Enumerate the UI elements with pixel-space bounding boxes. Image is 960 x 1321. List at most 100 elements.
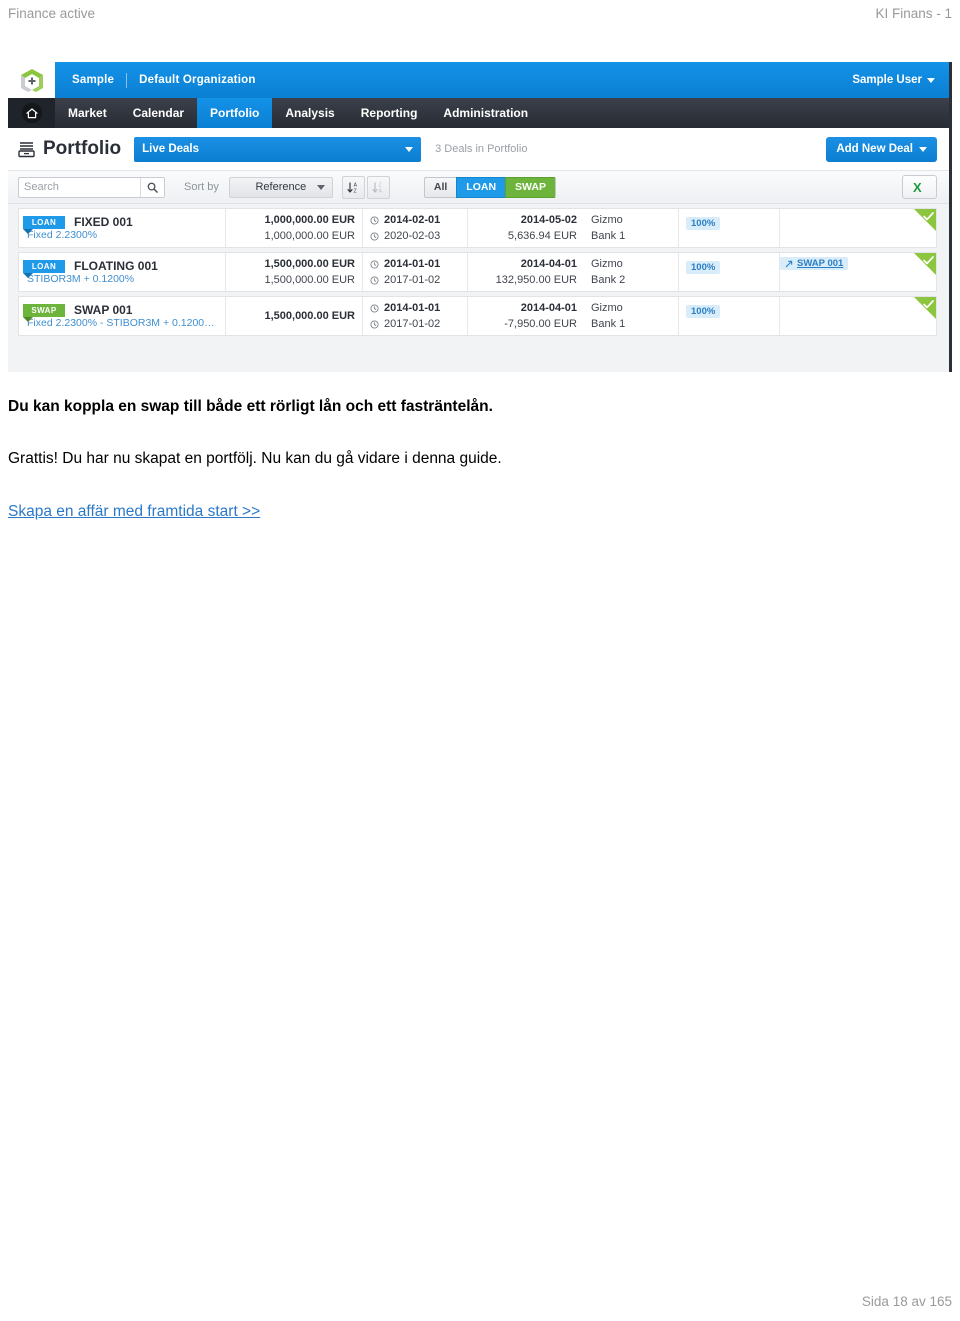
deal-amount-top: 1,500,000.00 EUR	[264, 258, 355, 270]
guide-paragraph-2: Grattis! Du har nu skapat en portfölj. N…	[8, 450, 502, 468]
deal-amount-cell: 1,500,000.00 EUR 1,500,000.00 EUR	[226, 253, 363, 291]
excel-export-button[interactable]: X	[902, 175, 937, 199]
linked-deal-link[interactable]: SWAP 001	[780, 257, 849, 270]
workspace-name[interactable]: Sample	[72, 74, 114, 86]
page-number-label: Sida 18 av 165	[861, 1294, 952, 1309]
page-header: Finance active KI Finans - 1	[0, 0, 960, 26]
user-menu[interactable]: Sample User	[852, 74, 949, 86]
deal-percent-cell: 100%	[679, 209, 779, 247]
clock-icon	[370, 275, 379, 285]
clock-icon	[370, 319, 379, 329]
deal-amount-top: 1,500,000.00 EUR	[264, 310, 355, 322]
linked-deal-label: SWAP 001	[797, 258, 844, 269]
clock-icon	[370, 215, 379, 225]
search-button[interactable]	[140, 177, 164, 197]
chevron-down-icon	[405, 146, 414, 152]
deal-start-date: 2014-02-01	[384, 214, 441, 226]
nav-item-reporting-label: Reporting	[360, 106, 418, 120]
application-screenshot: Sample Default Organization Sample User …	[8, 62, 952, 372]
filter-button-swap[interactable]: SWAP	[505, 176, 556, 198]
deal-dates-cell: 2014-01-01 2017-01-02	[363, 297, 468, 335]
page-header-right-text: KI Finans - 1	[875, 5, 952, 21]
caret-down-icon	[927, 77, 935, 83]
deal-cashflow-cell: 2014-05-02 5,636.94 EUR	[468, 209, 584, 247]
deal-party-bottom: Bank 1	[591, 230, 626, 242]
check-corner-icon	[923, 300, 934, 309]
nav-item-administration[interactable]: Administration	[430, 98, 541, 128]
svg-text:X: X	[913, 180, 922, 194]
deal-party-bottom: Bank 2	[591, 274, 626, 286]
deal-reference: SWAP 001	[74, 303, 133, 317]
deal-rate: Fixed 2.2300% - STIBOR3M + 0.1200…	[27, 317, 215, 329]
status-badge: 100%	[686, 217, 721, 230]
deal-reference: FLOATING 001	[74, 259, 158, 273]
nav-item-administration-label: Administration	[443, 106, 529, 120]
deal-type-badge: LOAN	[23, 215, 65, 234]
search-box[interactable]	[18, 176, 165, 198]
deal-flow-amount: -7,950.00 EUR	[504, 318, 577, 330]
deal-type-badge: SWAP	[23, 303, 65, 322]
table-row[interactable]: LOAN FIXED 001 Fixed 2.2300% 1,000,000.0…	[18, 208, 937, 248]
clock-icon	[370, 259, 379, 269]
deal-party-top: Gizmo	[591, 302, 623, 314]
next-step-link[interactable]: Skapa en affär med framtida start >>	[8, 501, 260, 523]
deal-scope-dropdown[interactable]: Live Deals	[134, 136, 422, 162]
deal-party-cell: Gizmo Bank 1	[584, 209, 679, 247]
sort-by-value: Reference	[255, 181, 307, 193]
deal-amount-cell: 1,500,000.00 EUR	[226, 297, 363, 335]
deal-rate: Fixed 2.2300%	[27, 229, 98, 241]
deal-amount-bottom: 1,000,000.00 EUR	[264, 230, 355, 242]
deal-reference-cell: SWAP SWAP 001 Fixed 2.2300% - STIBOR3M +…	[19, 297, 226, 335]
table-row[interactable]: LOAN FLOATING 001 STIBOR3M + 0.1200% 1,5…	[18, 252, 937, 292]
app-logo[interactable]	[8, 62, 55, 98]
sort-ascending-button[interactable]: A Z	[341, 175, 365, 199]
sort-ascending-icon: A Z	[347, 181, 357, 194]
check-corner-icon	[923, 256, 934, 265]
deal-type-badge: LOAN	[23, 259, 65, 278]
main-navigation: Market Calendar Portfolio Analysis Repor…	[8, 98, 949, 128]
deal-flow-date: 2014-04-01	[520, 258, 577, 270]
deal-link-cell	[779, 209, 936, 247]
nav-item-market-label: Market	[68, 106, 107, 120]
deal-dates-cell: 2014-01-01 2017-01-02	[363, 253, 468, 291]
breadcrumb-divider	[126, 72, 128, 88]
nav-item-reporting[interactable]: Reporting	[348, 98, 431, 128]
sort-descending-icon: Z A	[372, 181, 382, 194]
deal-party-cell: Gizmo Bank 2	[584, 253, 679, 291]
deal-flow-amount: 132,950.00 EUR	[495, 274, 577, 286]
deal-end-date: 2017-01-02	[384, 274, 441, 286]
nav-item-calendar-label: Calendar	[132, 106, 185, 120]
caret-down-icon	[919, 146, 927, 152]
deal-amount-top: 1,000,000.00 EUR	[264, 214, 355, 226]
deal-reference-cell: LOAN FIXED 001 Fixed 2.2300%	[19, 209, 226, 247]
organization-bar: Sample Default Organization Sample User	[8, 62, 949, 98]
deal-reference-cell: LOAN FLOATING 001 STIBOR3M + 0.1200%	[19, 253, 226, 291]
deal-percent-cell: 100%	[679, 253, 779, 291]
deal-scope-value: Live Deals	[142, 143, 200, 155]
filter-button-all[interactable]: All	[423, 176, 457, 198]
nav-item-portfolio[interactable]: Portfolio	[197, 98, 273, 128]
add-new-deal-button[interactable]: Add New Deal	[826, 136, 937, 162]
filter-button-loan[interactable]: LOAN	[456, 176, 506, 198]
search-input[interactable]	[19, 177, 140, 197]
nav-item-market[interactable]: Market	[55, 98, 120, 128]
deal-link-cell	[779, 297, 936, 335]
page-title: Portfolio	[43, 138, 122, 159]
deal-end-date: 2020-02-03	[384, 230, 441, 242]
nav-item-analysis-label: Analysis	[285, 106, 335, 120]
deal-cashflow-cell: 2014-04-01 -7,950.00 EUR	[468, 297, 584, 335]
sort-descending-button[interactable]: Z A	[366, 175, 390, 199]
nav-home-button[interactable]	[8, 98, 55, 128]
sort-by-dropdown[interactable]: Reference	[228, 176, 333, 198]
home-icon	[21, 103, 42, 123]
add-new-deal-label: Add New Deal	[836, 143, 913, 155]
deal-flow-date: 2014-04-01	[520, 302, 577, 314]
nav-item-portfolio-label: Portfolio	[210, 106, 260, 120]
organization-name[interactable]: Default Organization	[139, 74, 255, 86]
portfolio-icon	[18, 142, 35, 158]
nav-item-analysis[interactable]: Analysis	[272, 98, 347, 128]
deal-party-cell: Gizmo Bank 1	[584, 297, 679, 335]
deal-flow-date: 2014-05-02	[520, 214, 577, 226]
table-row[interactable]: SWAP SWAP 001 Fixed 2.2300% - STIBOR3M +…	[18, 296, 937, 336]
nav-item-calendar[interactable]: Calendar	[120, 98, 197, 128]
